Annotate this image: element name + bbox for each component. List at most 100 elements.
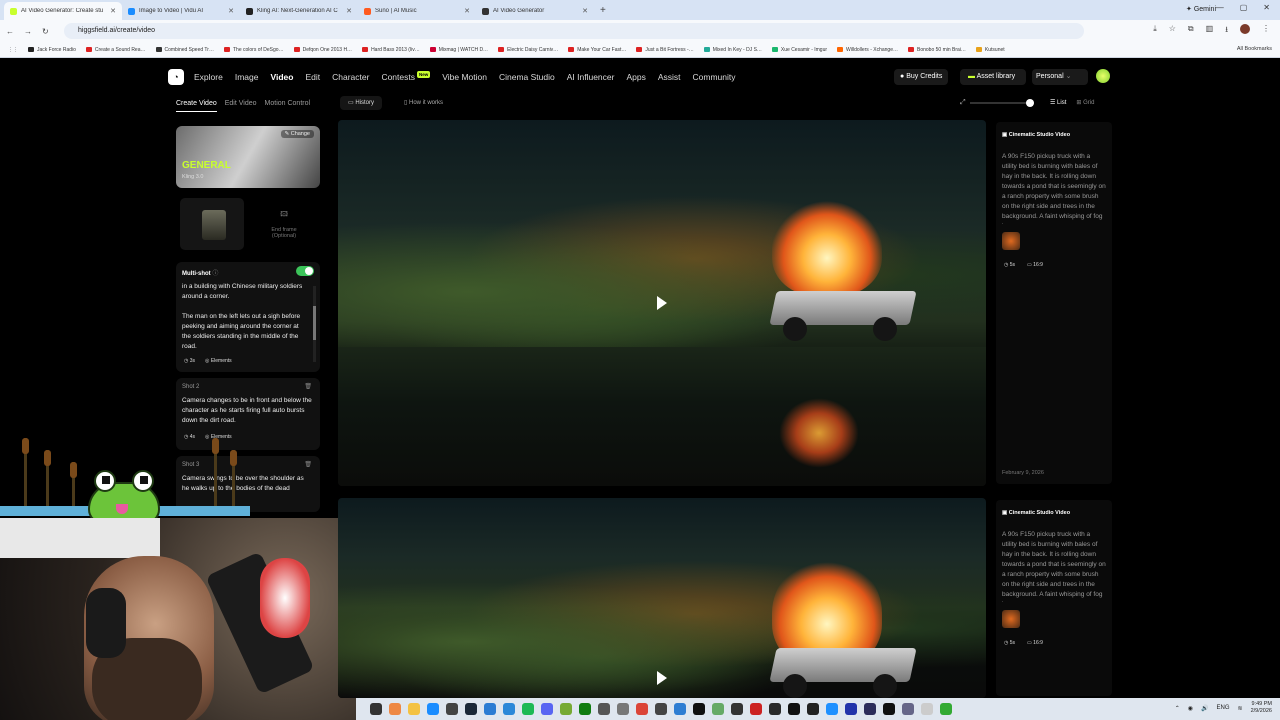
app-icon[interactable] <box>446 703 458 715</box>
notepad-icon[interactable] <box>921 703 933 715</box>
app-icon[interactable] <box>807 703 819 715</box>
nav-assist[interactable]: Assist <box>658 72 681 82</box>
app-icon[interactable] <box>560 703 572 715</box>
clock[interactable]: 9:49 PM 2/9/2026 <box>1251 701 1272 715</box>
multishot-toggle[interactable] <box>296 266 314 276</box>
app-icon[interactable] <box>826 703 838 715</box>
shot1-prompt[interactable]: in a building with Chinese military sold… <box>182 282 308 352</box>
bookmark[interactable]: Bonobo 50 min Brai… <box>908 47 966 53</box>
close-icon[interactable]: ✕ <box>582 7 588 15</box>
discord-icon[interactable] <box>541 703 553 715</box>
app-icon[interactable] <box>731 703 743 715</box>
settings-icon[interactable] <box>902 703 914 715</box>
nav-vibe-motion[interactable]: Vibe Motion <box>442 72 487 82</box>
nav-ai-influencer[interactable]: AI Influencer <box>567 72 615 82</box>
app-icon[interactable] <box>769 703 781 715</box>
speaker-icon[interactable]: 🔊 <box>1201 705 1208 712</box>
install-icon[interactable]: ⤓ <box>1153 24 1157 38</box>
bookmark[interactable]: Create a Sound Rea… <box>85 47 146 53</box>
folder-app-icon[interactable] <box>408 703 420 715</box>
browser-tab[interactable]: Kling AI: Next-Generation AI C ✕ <box>240 2 358 20</box>
back-icon[interactable]: ← <box>6 27 14 36</box>
reference-thumbnail[interactable] <box>1002 610 1020 628</box>
new-tab-button[interactable]: + <box>600 2 606 20</box>
video-result[interactable] <box>338 498 986 698</box>
app-icon[interactable] <box>712 703 724 715</box>
browser-tab[interactable]: AI Video Generator: Create stu ✕ <box>4 2 122 20</box>
bookmark[interactable]: The colors of DeSgo… <box>223 47 284 53</box>
download-icon[interactable]: ⭳ <box>1225 24 1228 38</box>
nav-explore[interactable]: Explore <box>194 72 223 82</box>
app-icon[interactable] <box>788 703 800 715</box>
apps-icon[interactable]: ⋮⋮ <box>8 47 18 53</box>
bookmark[interactable]: Defqon One 2013 H… <box>293 47 352 53</box>
gemini-button[interactable]: ✦ Gemini <box>1186 5 1216 13</box>
shot2-prompt[interactable]: Camera changes to be in front and below … <box>182 396 312 426</box>
mail-icon[interactable] <box>484 703 496 715</box>
bookmark[interactable]: Mixed In Key - DJ S… <box>703 47 762 53</box>
play-icon[interactable] <box>657 671 667 685</box>
workspace-selector[interactable]: Personal ⌄ <box>1032 69 1088 85</box>
browser-tab[interactable]: AI Video Generator ✕ <box>476 2 594 20</box>
nav-apps[interactable]: Apps <box>626 72 645 82</box>
bookmark[interactable]: Make Your Car Fast… <box>568 47 626 53</box>
app-icon[interactable] <box>674 703 686 715</box>
profile-icon[interactable] <box>1240 24 1250 34</box>
close-icon[interactable]: ✕ <box>228 7 234 15</box>
app-icon[interactable] <box>883 703 895 715</box>
shot1-duration[interactable]: ◷ 3s <box>184 358 195 364</box>
forward-icon[interactable]: → <box>24 27 32 36</box>
reference-thumbnail[interactable] <box>1002 232 1020 250</box>
app-icon[interactable] <box>750 703 762 715</box>
trash-icon[interactable]: 🗑 <box>304 461 312 468</box>
end-frame[interactable]: 🖾 End frame (Optional) <box>252 198 316 250</box>
bookmark[interactable]: Just a Bit Fortress -… <box>636 47 694 53</box>
all-bookmarks[interactable]: All Bookmarks <box>1237 46 1272 52</box>
asset-library-button[interactable]: ▬ Asset library <box>960 69 1026 85</box>
how-it-works-link[interactable]: ▯ How it works <box>404 96 443 110</box>
menu-icon[interactable]: ⋮ <box>1262 24 1270 38</box>
sidebar-icon[interactable]: ▥ <box>1206 24 1214 38</box>
app-icon[interactable] <box>693 703 705 715</box>
spotify-icon[interactable] <box>522 703 534 715</box>
url-field[interactable]: higgsfield.ai/create/video <box>64 23 1084 39</box>
change-model-button[interactable]: ✎ Change <box>280 130 314 138</box>
browser-tab[interactable]: Suno | AI Music ✕ <box>358 2 476 20</box>
start-icon[interactable] <box>370 703 382 715</box>
trash-icon[interactable]: 🗑 <box>304 383 312 390</box>
bookmark[interactable]: Jack Force Radio <box>28 47 76 53</box>
prompt-scrollbar[interactable] <box>313 286 316 362</box>
reload-icon[interactable]: ↻ <box>42 27 49 36</box>
bookmark[interactable]: Xue Cesamir - Imgur <box>771 47 827 53</box>
browser-tab[interactable]: Image to Video | Vidu AI ✕ <box>122 2 240 20</box>
close-icon[interactable]: ✕ <box>346 7 352 15</box>
nav-video[interactable]: Video <box>270 72 293 82</box>
bookmark[interactable]: Kutsunet <box>975 47 1005 53</box>
language-indicator[interactable]: ENG <box>1217 705 1230 711</box>
maximize-icon[interactable]: ▢ <box>1240 3 1248 12</box>
video-prompt[interactable]: A 90s F150 pickup truck with a utility b… <box>1002 152 1106 224</box>
expand-icon[interactable]: ⤢ <box>960 96 966 110</box>
nav-community[interactable]: Community <box>693 72 736 82</box>
app-icon[interactable] <box>503 703 515 715</box>
app-icon[interactable] <box>655 703 667 715</box>
grid-view-button[interactable]: ⊞ Grid <box>1076 96 1094 110</box>
vscode-icon[interactable] <box>845 703 857 715</box>
list-view-button[interactable]: ☰ List <box>1050 96 1066 110</box>
nav-edit[interactable]: Edit <box>305 72 320 82</box>
close-window-icon[interactable]: ✕ <box>1263 3 1270 12</box>
app-icon[interactable] <box>389 703 401 715</box>
shot1-elements[interactable]: ◎ Elements <box>205 358 232 364</box>
tab-motion-control[interactable]: Motion Control <box>265 100 311 112</box>
bookmark[interactable]: Electric Daisy Carniv… <box>498 47 558 53</box>
zoom-slider-knob[interactable] <box>1026 99 1034 107</box>
info-icon[interactable]: ⓘ <box>212 271 218 277</box>
zoom-slider[interactable] <box>970 99 1034 107</box>
star-icon[interactable]: ☆ <box>1169 24 1176 38</box>
video-prompt[interactable]: A 90s F150 pickup truck with a utility b… <box>1002 530 1106 602</box>
bookmark[interactable]: Hard Bass 2013 (liv… <box>362 47 420 53</box>
wifi-icon[interactable]: ≋ <box>1238 705 1243 712</box>
bookmark[interactable]: Combined Speed Tr… <box>155 47 214 53</box>
tab-edit-video[interactable]: Edit Video <box>225 100 257 112</box>
edge-icon[interactable] <box>427 703 439 715</box>
